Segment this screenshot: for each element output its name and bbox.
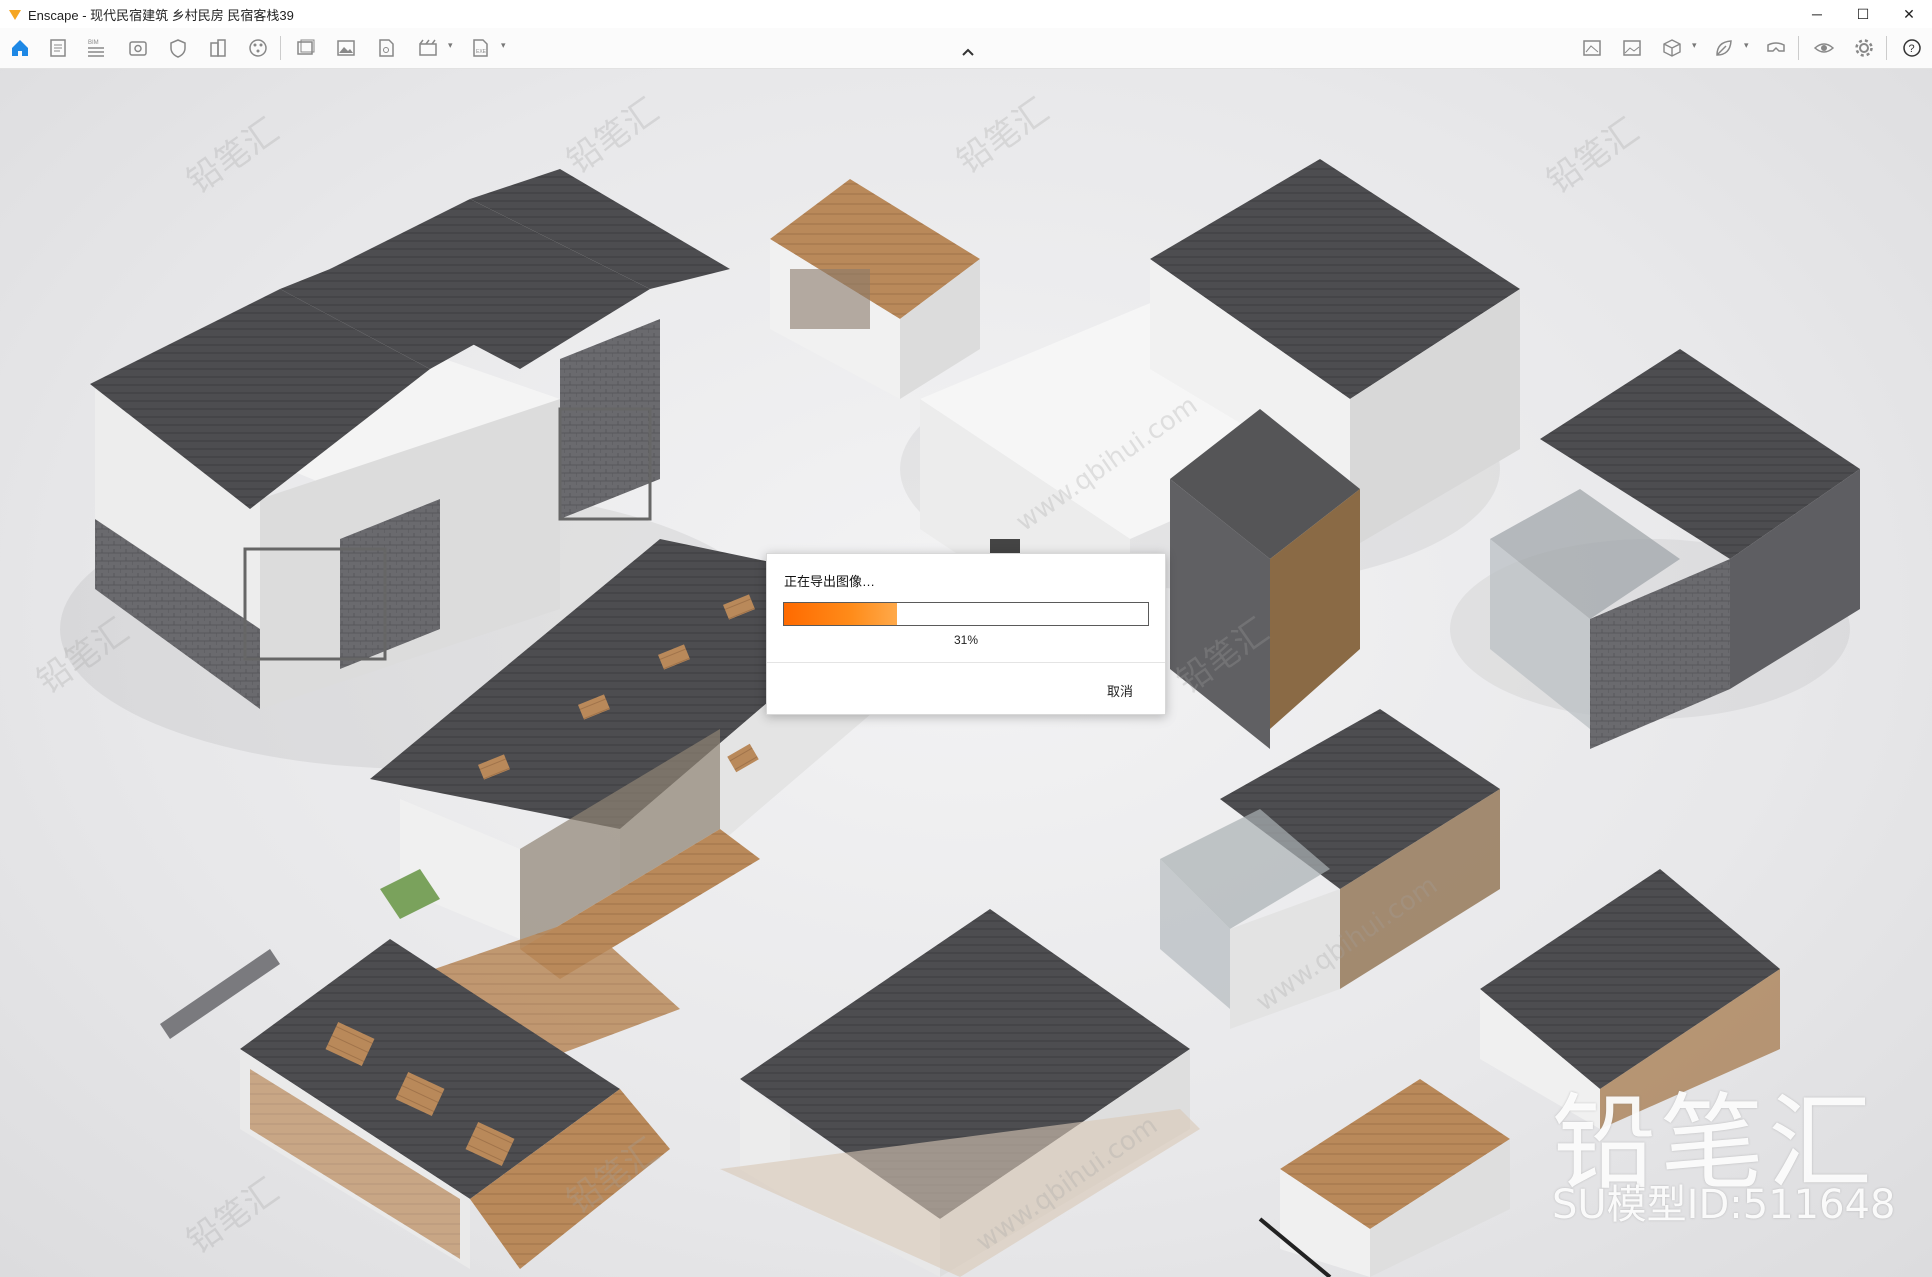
chevron-down-icon[interactable]: ▾ bbox=[501, 40, 506, 51]
building-icon[interactable] bbox=[204, 34, 232, 62]
help-icon[interactable]: ? bbox=[1898, 34, 1926, 62]
map-icon[interactable] bbox=[1578, 34, 1606, 62]
chevron-down-icon[interactable]: ▾ bbox=[1744, 40, 1749, 51]
export-icon[interactable]: EXE bbox=[466, 34, 494, 62]
minimize-icon[interactable]: ─ bbox=[1794, 0, 1840, 28]
title-bar: Enscape - 现代民宿建筑 乡村民房 民宿客栈39 ─ ☐ ✕ bbox=[0, 0, 1932, 28]
dialog-divider bbox=[767, 662, 1165, 663]
chevron-down-icon[interactable]: ▾ bbox=[1692, 40, 1697, 51]
document-icon[interactable] bbox=[44, 34, 72, 62]
cancel-button[interactable]: 取消 bbox=[1107, 681, 1133, 700]
shield-icon[interactable] bbox=[164, 34, 192, 62]
export-status-text: 正在导出图像… bbox=[784, 574, 876, 589]
batch-render-icon[interactable] bbox=[292, 34, 320, 62]
enscape-logo-icon bbox=[9, 10, 21, 20]
progress-percent: 31% bbox=[953, 633, 979, 647]
building-right-middle bbox=[1160, 709, 1500, 1029]
model-id-watermark: SU模型ID:511648 bbox=[1552, 1182, 1896, 1228]
home-icon[interactable] bbox=[6, 34, 34, 62]
image-icon[interactable] bbox=[332, 34, 360, 62]
vr-headset-icon[interactable] bbox=[1762, 34, 1790, 62]
close-icon[interactable]: ✕ bbox=[1886, 0, 1932, 28]
toolbar-separator bbox=[280, 36, 281, 60]
pdf-icon[interactable] bbox=[372, 34, 400, 62]
gallery-icon[interactable] bbox=[1618, 34, 1646, 62]
building-deck-top bbox=[770, 179, 980, 399]
bim-label: BIM bbox=[88, 40, 99, 46]
cube-icon[interactable] bbox=[1658, 34, 1686, 62]
toolbar-separator bbox=[1798, 36, 1799, 60]
chevron-down-icon[interactable]: ▾ bbox=[448, 40, 453, 51]
maximize-icon[interactable]: ☐ bbox=[1840, 0, 1886, 28]
progress-bar-fill bbox=[784, 603, 897, 625]
building-bottom-center bbox=[720, 909, 1200, 1277]
video-icon[interactable] bbox=[414, 34, 442, 62]
window-title: Enscape - 现代民宿建筑 乡村民房 民宿客栈39 bbox=[28, 7, 294, 23]
svg-text:EXE: EXE bbox=[476, 49, 487, 55]
progress-bar bbox=[783, 602, 1149, 626]
chevron-up-icon[interactable] bbox=[954, 37, 982, 65]
settings-icon[interactable] bbox=[1850, 34, 1878, 62]
toolbar-separator bbox=[1886, 36, 1887, 60]
building-deck-bottom bbox=[1258, 1079, 1510, 1277]
toolbar: BIM ▾ EXE ▾ ▾ ▾ ? bbox=[0, 28, 1932, 69]
view-icon[interactable] bbox=[124, 34, 152, 62]
eye-icon[interactable] bbox=[1810, 34, 1838, 62]
leaf-icon[interactable] bbox=[1710, 34, 1738, 62]
materials-icon[interactable] bbox=[244, 34, 272, 62]
bim-icon[interactable]: BIM bbox=[82, 34, 110, 62]
export-progress-dialog: 正在导出图像… 31% 取消 bbox=[766, 553, 1166, 715]
svg-text:?: ? bbox=[1909, 43, 1915, 55]
